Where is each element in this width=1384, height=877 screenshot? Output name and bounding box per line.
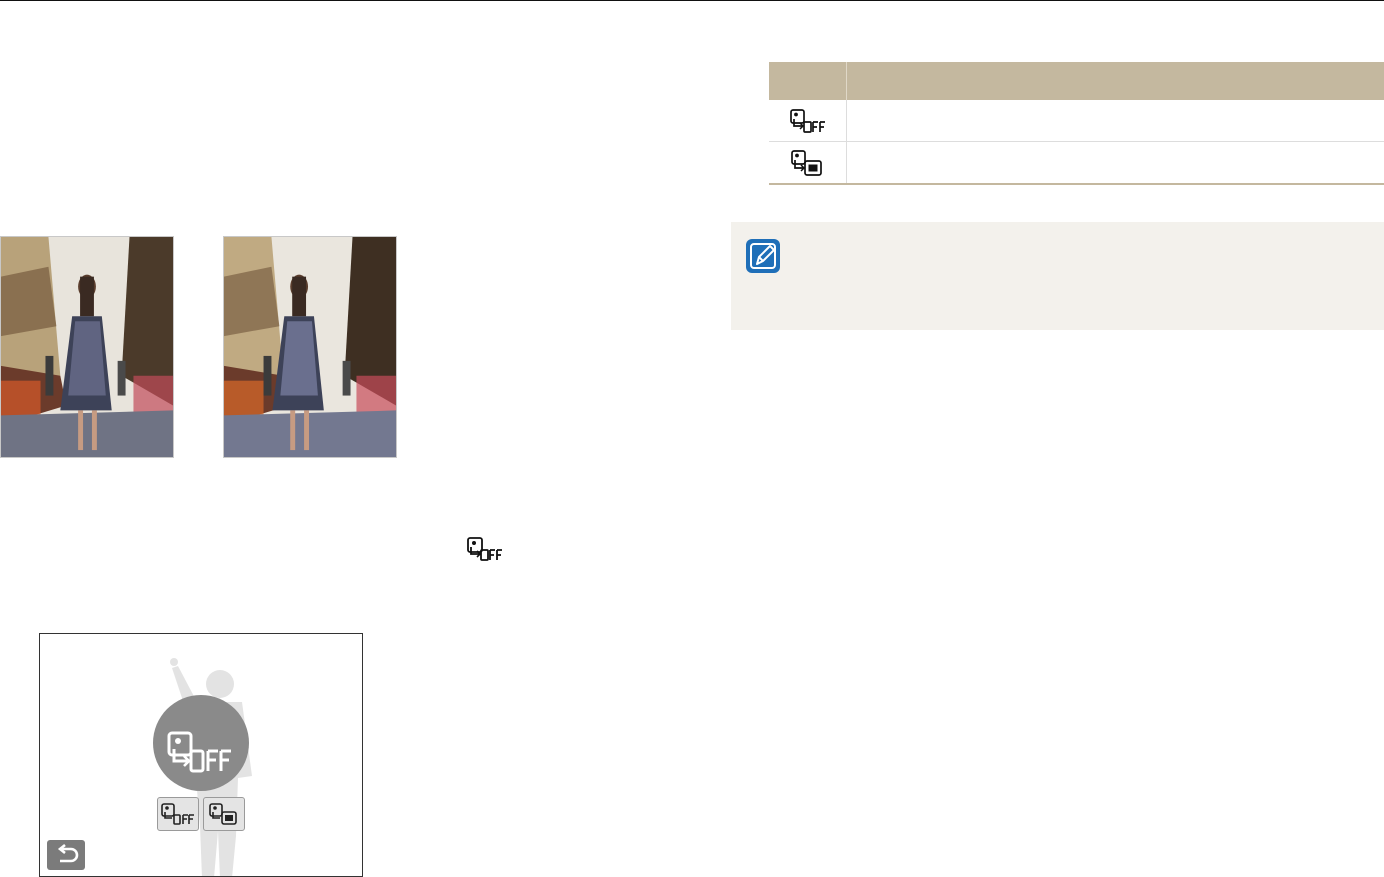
table-row-description xyxy=(846,100,1384,142)
table-row xyxy=(769,141,1384,185)
photo-after xyxy=(223,236,397,458)
table-header-description xyxy=(846,62,1384,100)
option-on-button[interactable] xyxy=(203,797,245,831)
table-row-description xyxy=(846,141,1384,185)
back-button[interactable] xyxy=(47,840,85,870)
smart-filter-on-icon xyxy=(209,803,237,825)
photo-before xyxy=(0,236,174,458)
back-arrow-icon xyxy=(57,843,79,863)
note-box xyxy=(731,222,1384,330)
smart-filter-on-icon xyxy=(790,149,822,176)
table-header-icon xyxy=(769,62,847,100)
table-row xyxy=(769,100,1384,142)
note-pencil-icon xyxy=(746,239,780,273)
table-row-icon-cell xyxy=(769,100,847,142)
table-header-row xyxy=(769,62,1384,100)
smart-filter-off-icon xyxy=(789,108,825,133)
option-table xyxy=(769,62,1384,185)
selected-option-display xyxy=(153,695,249,791)
camera-screen xyxy=(39,633,363,877)
smart-filter-off-icon xyxy=(161,803,194,825)
top-rule xyxy=(0,0,1384,1)
table-row-icon-cell xyxy=(769,141,847,185)
smart-filter-off-icon xyxy=(167,731,231,773)
option-off-button[interactable] xyxy=(157,797,199,831)
smart-filter-off-icon xyxy=(466,536,506,562)
